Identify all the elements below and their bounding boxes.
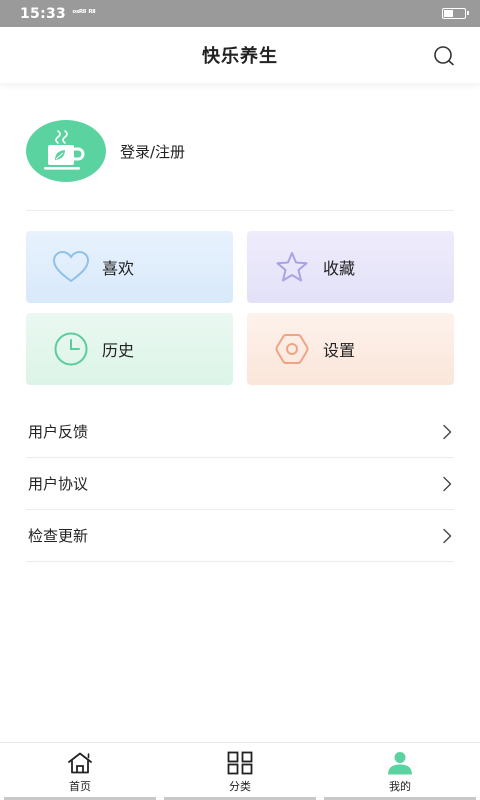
avatar[interactable] xyxy=(26,120,106,182)
tab-home[interactable]: 首页 xyxy=(0,743,160,800)
tab-mine[interactable]: 我的 xyxy=(320,743,480,800)
history-icon-wrap xyxy=(52,330,90,368)
page-title: 快乐养生 xyxy=(202,46,278,67)
search-button[interactable] xyxy=(432,44,456,68)
like-label: 喜欢 xyxy=(102,259,135,278)
login-register-link[interactable]: 登录/注册 xyxy=(120,141,185,162)
chevron-right-icon xyxy=(443,476,452,491)
heart-icon xyxy=(52,250,90,283)
bottom-tab-bar: 首页 分类 我的 xyxy=(0,742,480,800)
history-card[interactable]: 历史 xyxy=(26,313,233,385)
battery-fill xyxy=(444,10,453,17)
grid-icon xyxy=(227,751,253,775)
status-time: 15:33 xyxy=(20,5,67,22)
favorites-card[interactable]: 收藏 xyxy=(247,231,454,303)
user-icon xyxy=(388,752,412,775)
app-header: 快乐养生 xyxy=(0,27,480,83)
menu-item-label: 检查更新 xyxy=(28,527,89,545)
chevron-right-icon xyxy=(443,424,452,439)
tab-mine-label: 我的 xyxy=(389,780,411,793)
settings-label: 设置 xyxy=(323,341,356,360)
menu-item-check-update[interactable]: 检查更新 xyxy=(26,510,454,562)
favorites-label: 收藏 xyxy=(323,259,356,278)
profile-section[interactable]: 登录/注册 xyxy=(26,118,454,184)
home-icon xyxy=(68,752,92,774)
chevron-right-icon xyxy=(443,528,452,543)
menu-item-feedback[interactable]: 用户反馈 xyxy=(26,406,454,458)
search-icon xyxy=(434,46,454,66)
menu-item-label: 用户反馈 xyxy=(28,423,89,441)
like-card[interactable]: 喜欢 xyxy=(26,231,233,303)
tea-cup-icon xyxy=(44,130,85,170)
battery-icon xyxy=(442,8,469,19)
divider xyxy=(26,210,454,211)
tab-category[interactable]: 分类 xyxy=(160,743,320,800)
status-bar: 15:33 ᵒˢᴿˡˡ ᴿˡˡ xyxy=(0,0,480,27)
star-icon xyxy=(276,252,308,282)
menu-item-agreement[interactable]: 用户协议 xyxy=(26,458,454,510)
status-left: 15:33 ᵒˢᴿˡˡ ᴿˡˡ xyxy=(20,5,96,22)
menu-list: 用户反馈 用户协议 检查更新 xyxy=(26,406,454,562)
menu-item-label: 用户协议 xyxy=(28,475,89,493)
settings-card[interactable]: 设置 xyxy=(247,313,454,385)
history-label: 历史 xyxy=(102,341,135,360)
tab-category-label: 分类 xyxy=(229,780,251,793)
fav-icon-wrap xyxy=(273,248,311,286)
tab-home-label: 首页 xyxy=(69,780,91,793)
settings-icon-wrap xyxy=(273,330,311,368)
like-icon-wrap xyxy=(52,248,90,286)
signal-indicator: ᵒˢᴿˡˡ ᴿˡˡ xyxy=(72,8,96,19)
clock-icon xyxy=(54,332,88,366)
gear-icon xyxy=(275,334,309,364)
